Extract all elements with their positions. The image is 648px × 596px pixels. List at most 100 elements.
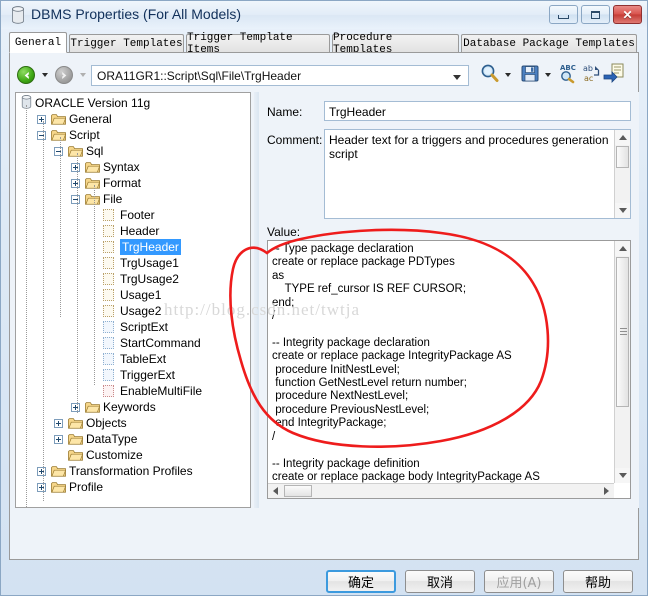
forward-button [53, 65, 75, 85]
tree-item-label: TrgUsage1 [120, 256, 179, 270]
tree-item-syntax[interactable]: Syntax [16, 159, 250, 175]
save-button[interactable] [519, 62, 541, 84]
tab-label: Trigger Templates [70, 37, 183, 50]
tab-trigger-templates[interactable]: Trigger Templates [69, 34, 184, 52]
comment-label: Comment: [267, 133, 323, 147]
value-icon [103, 353, 114, 365]
address-value: ORA11GR1::Script\Sql\File\TrgHeader [97, 68, 302, 83]
help-button-label: 帮助 [584, 576, 611, 591]
apply-button: 应用(A) [484, 570, 554, 593]
pane-splitter[interactable] [254, 92, 259, 508]
svg-text:ac: ac [584, 74, 593, 83]
tree-item-label: Objects [86, 416, 127, 430]
replace-button[interactable]: ab ac [581, 62, 603, 84]
settings-tree[interactable]: ORACLE Version 11g General Script Sql Syntax… [16, 93, 250, 507]
chevron-down-icon[interactable] [453, 75, 461, 80]
tree-item-header[interactable]: Header [16, 223, 250, 239]
svg-text:ABC: ABC [560, 64, 576, 72]
name-input[interactable]: TrgHeader [324, 101, 631, 121]
forward-arrow-icon [55, 66, 73, 84]
close-button[interactable]: ✕ [613, 5, 642, 24]
tree-item-objects[interactable]: Objects [16, 415, 250, 431]
back-dropdown-icon[interactable] [42, 73, 48, 77]
tree-item-label: Transformation Profiles [69, 464, 193, 478]
scrollbar-thumb[interactable] [616, 146, 629, 168]
comment-vertical-scrollbar[interactable] [614, 130, 630, 218]
document-icon [103, 305, 114, 317]
tree-item-oracle-version-11g[interactable]: ORACLE Version 11g [16, 95, 250, 111]
tree-item-label: File [103, 192, 123, 206]
tree-item-trgheader[interactable]: TrgHeader [16, 239, 250, 255]
tree-item-script[interactable]: Script [16, 127, 250, 143]
hscrollbar-thumb[interactable] [284, 485, 312, 497]
tree-item-customize[interactable]: Customize [16, 447, 250, 463]
tree-item-label: Customize [86, 448, 143, 462]
expand-icon[interactable] [54, 419, 63, 428]
tree-item-usage1[interactable]: Usage1 [16, 287, 250, 303]
find-button[interactable] [479, 62, 501, 84]
expand-icon[interactable] [54, 435, 63, 444]
tree-item-startcommand[interactable]: StartCommand [16, 335, 250, 351]
tree-item-scriptext[interactable]: ScriptExt [16, 319, 250, 335]
settings-tree-panel[interactable]: ORACLE Version 11g General Script Sql Syntax… [15, 92, 251, 508]
insert-icon [603, 63, 624, 83]
maximize-button[interactable] [581, 5, 610, 24]
back-button[interactable] [15, 65, 37, 85]
value-icon [103, 321, 114, 333]
tree-guide-line [77, 153, 79, 413]
tab-procedure-templates[interactable]: Procedure Templates [332, 32, 459, 56]
scrollbar-thumb[interactable] [616, 257, 629, 407]
scroll-down-icon[interactable] [615, 203, 630, 218]
tree-item-sql[interactable]: Sql [16, 143, 250, 159]
tree-item-format[interactable]: Format [16, 175, 250, 191]
find-dropdown-icon[interactable] [505, 73, 511, 77]
scroll-up-icon[interactable] [615, 241, 630, 256]
tree-item-triggerext[interactable]: TriggerExt [16, 367, 250, 383]
tree-item-profile[interactable]: Profile [16, 479, 250, 495]
tree-item-transformation-profiles[interactable]: Transformation Profiles [16, 463, 250, 479]
close-icon: ✕ [622, 7, 633, 22]
spellcheck-button[interactable]: ABC [557, 62, 579, 84]
tree-item-label: EnableMultiFile [120, 384, 203, 398]
tree-item-file[interactable]: File [16, 191, 250, 207]
dialog-button-bar: 确定 取消 应用(A) 帮助 [1, 564, 647, 595]
maximize-icon [591, 10, 600, 19]
save-dropdown-icon[interactable] [545, 73, 551, 77]
help-button[interactable]: 帮助 [563, 570, 633, 593]
scroll-down-icon[interactable] [615, 468, 630, 483]
tab-trigger-template-items[interactable]: Trigger Template Items [186, 32, 330, 56]
value-horizontal-scrollbar[interactable] [268, 483, 614, 498]
cancel-button-label: 取消 [426, 576, 453, 591]
value-editor[interactable]: -- Type package declaration create or re… [267, 240, 631, 499]
bool-icon [103, 385, 114, 397]
tree-item-footer[interactable]: Footer [16, 207, 250, 223]
tree-item-general[interactable]: General [16, 111, 250, 127]
scroll-right-icon[interactable] [599, 484, 614, 498]
comment-input[interactable]: Header text for a triggers and procedure… [324, 129, 631, 219]
tree-item-tableext[interactable]: TableExt [16, 351, 250, 367]
tree-item-usage2[interactable]: Usage2 [16, 303, 250, 319]
tree-guide-line [94, 185, 96, 385]
cancel-button[interactable]: 取消 [405, 570, 475, 593]
ok-button[interactable]: 确定 [326, 570, 396, 593]
scroll-up-icon[interactable] [615, 130, 630, 145]
address-bar[interactable]: ORA11GR1::Script\Sql\File\TrgHeader [91, 65, 469, 86]
tree-item-label: TableExt [120, 352, 167, 366]
folder-icon [85, 193, 101, 205]
name-value: TrgHeader [329, 105, 386, 119]
tree-item-label: Footer [120, 208, 155, 222]
tree-item-trgusage1[interactable]: TrgUsage1 [16, 255, 250, 271]
scroll-left-icon[interactable] [268, 484, 283, 498]
tree-item-trgusage2[interactable]: TrgUsage2 [16, 271, 250, 287]
tab-database-package-templates[interactable]: Database Package Templates [461, 34, 637, 52]
insert-button[interactable] [603, 62, 625, 84]
tab-general[interactable]: General [9, 32, 67, 53]
tree-item-label: General [69, 112, 112, 126]
value-vertical-scrollbar[interactable] [614, 241, 630, 483]
tree-item-keywords[interactable]: Keywords [16, 399, 250, 415]
tree-item-datatype[interactable]: DataType [16, 431, 250, 447]
folder-icon [85, 177, 101, 189]
minimize-button[interactable] [549, 5, 578, 24]
tree-item-label: Syntax [103, 160, 140, 174]
tree-item-enablemultifile[interactable]: EnableMultiFile [16, 383, 250, 399]
